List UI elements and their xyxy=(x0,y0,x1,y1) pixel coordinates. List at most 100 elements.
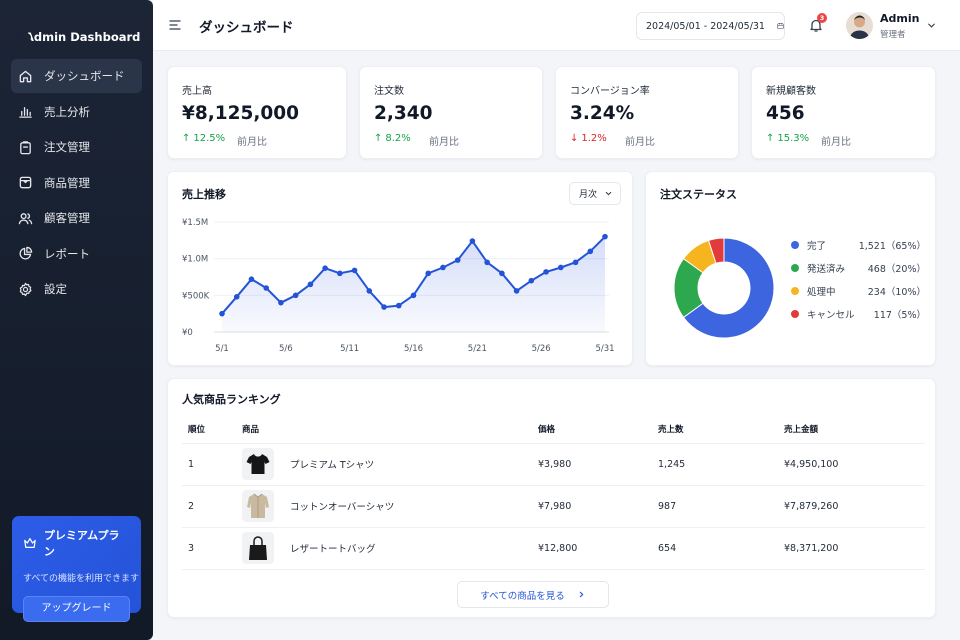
upgrade-button[interactable]: アップグレード xyxy=(23,596,130,622)
ranking-table: 順位 商品 価格 売上数 売上金額 1 プレミアム Tシャツ ¥3,980 1,… xyxy=(182,415,925,570)
product-cell: コットンオーバーシャツ xyxy=(236,485,532,528)
sidebar-item-orders[interactable]: 注文管理 xyxy=(11,130,142,164)
sidebar-nav: ダッシュボード 売上分析 注文管理 商品管理 顧客管理 レポート 設定 xyxy=(0,59,153,306)
kpi-change: ↑ 15.3% xyxy=(766,133,809,144)
product-name[interactable]: レザートートバッグ xyxy=(290,541,376,555)
price-cell: ¥7,980 xyxy=(532,485,652,528)
arrow-up-icon: ↑ xyxy=(374,133,383,144)
sales-line-chart: ¥0 ¥500K ¥1.0M ¥1.5M 5/1 5/6 5/11 5/16 5/21 5/26 5… xyxy=(182,218,615,354)
product-name[interactable]: コットンオーバーシャツ xyxy=(290,499,394,513)
chevron-down-icon[interactable] xyxy=(926,20,937,31)
x-tick-label: 5/21 xyxy=(468,344,487,354)
promo-description: すべての機能を利用できます xyxy=(23,574,140,584)
sidebar-item-settings[interactable]: 設定 xyxy=(11,272,142,306)
data-point xyxy=(219,310,225,317)
kpi-compare-label: 前月比 xyxy=(237,137,267,148)
avatar[interactable] xyxy=(846,12,873,39)
data-point xyxy=(292,292,299,299)
crown-icon xyxy=(24,538,36,548)
price-cell: ¥3,980 xyxy=(532,443,652,486)
data-point xyxy=(572,259,579,266)
units-cell: 1,245 xyxy=(652,443,778,486)
data-point xyxy=(454,257,461,263)
sidebar-item-sales-analysis[interactable]: 売上分析 xyxy=(11,95,142,129)
data-point xyxy=(307,281,314,288)
y-tick-label: ¥1.5M xyxy=(182,218,208,228)
revenue-cell: ¥7,879,260 xyxy=(778,485,925,528)
date-range-text: 2024/05/01 - 2024/05/31 xyxy=(646,20,765,32)
column-header: 売上数 xyxy=(652,415,778,444)
data-point xyxy=(425,270,432,277)
date-range-picker[interactable]: 2024/05/01 - 2024/05/31 xyxy=(636,12,785,40)
promo-title-text: プレミアムプラン xyxy=(43,529,120,558)
kpi-card-orders: 注文数 2,340 ↑ 8.2% 前月比 xyxy=(359,66,543,159)
legend-value: 468（20%） xyxy=(867,264,926,275)
sidebar-item-customers[interactable]: 顧客管理 xyxy=(11,201,142,235)
x-tick-label: 5/31 xyxy=(595,344,614,354)
menu-icon[interactable] xyxy=(168,18,182,32)
order-status-title: 注文ステータス xyxy=(660,188,737,201)
data-point xyxy=(602,233,608,240)
legend-label: 処理中 xyxy=(807,287,836,298)
order-status-donut xyxy=(673,237,775,339)
kpi-change: ↑ 12.5% xyxy=(182,133,225,144)
kpi-label: コンバージョン率 xyxy=(570,86,650,97)
table-row[interactable]: 1 プレミアム Tシャツ ¥3,980 1,245 ¥4,950,100 xyxy=(182,443,925,486)
legend-dot xyxy=(791,264,799,272)
premium-promo-card: プレミアムプラン すべての機能を利用できます アップグレード xyxy=(12,516,141,622)
data-point xyxy=(322,265,328,271)
product-ranking-card: 人気商品ランキング 順位 商品 価格 売上数 売上金額 1 プレミアム Tシャツ xyxy=(167,378,936,618)
table-header-row: 順位 商品 価格 売上数 売上金額 xyxy=(182,415,925,444)
sales-trend-card: 売上推移 月次 ¥0 ¥500K ¥1.0M ¥1.5M 5/1 5/6 5/11 5/16 5… xyxy=(167,171,633,366)
units-cell: 987 xyxy=(652,485,778,528)
rank-cell: 3 xyxy=(182,527,236,570)
sidebar-item-label: 注文管理 xyxy=(44,140,90,154)
data-point xyxy=(558,264,564,271)
table-row[interactable]: 3 レザートートバッグ ¥12,800 654 ¥8,371,200 xyxy=(182,527,925,570)
legend-label: 完了 xyxy=(807,241,827,252)
kpi-change-value: 12.5% xyxy=(193,133,226,144)
data-point xyxy=(381,304,387,310)
kpi-label: 新規顧客数 xyxy=(766,86,816,97)
legend-value: 1,521（65%） xyxy=(858,241,926,252)
legend-dot xyxy=(791,310,799,318)
sidebar-item-reports[interactable]: レポート xyxy=(11,237,142,271)
sidebar-item-label: ダッシュボード xyxy=(44,69,125,83)
y-tick-label: ¥500K xyxy=(182,291,210,301)
home-icon xyxy=(19,70,32,82)
clipboard-icon xyxy=(20,140,31,154)
x-tick-label: 5/26 xyxy=(532,344,551,354)
kpi-card-sales: 売上高 ¥8,125,000 ↑ 12.5% 前月比 xyxy=(167,66,347,159)
data-point xyxy=(587,248,594,255)
arrow-down-icon: ↓ xyxy=(570,133,579,144)
x-tick-label: 5/1 xyxy=(215,344,229,354)
calendar-icon xyxy=(777,22,784,30)
legend-item-completed: 完了 1,521（65%） xyxy=(791,238,926,252)
user-name[interactable]: Admin xyxy=(880,12,919,25)
data-point xyxy=(351,267,358,274)
price-cell: ¥12,800 xyxy=(532,527,652,570)
data-point xyxy=(278,299,284,306)
rank-cell: 1 xyxy=(182,443,236,486)
product-name[interactable]: プレミアム Tシャツ xyxy=(290,457,374,471)
sidebar-item-products[interactable]: 商品管理 xyxy=(11,166,142,200)
promo-title: プレミアムプラン xyxy=(23,527,130,559)
data-point xyxy=(248,276,255,282)
sales-area xyxy=(222,236,605,332)
table-row[interactable]: 2 コットンオーバーシャツ ¥7,980 987 ¥7,879,260 xyxy=(182,485,925,528)
gear-icon xyxy=(19,282,32,296)
kpi-compare-label: 前月比 xyxy=(429,137,459,148)
sidebar: Admin Dashboard ダッシュボード 売上分析 注文管理 商品管理 顧… xyxy=(0,0,153,640)
data-point xyxy=(499,270,505,277)
notification-badge: 3 xyxy=(817,13,827,23)
ranking-title: 人気商品ランキング xyxy=(182,393,281,406)
y-tick-label: ¥1.0M xyxy=(182,255,208,265)
view-all-products-button[interactable]: すべての商品を見る xyxy=(457,581,609,608)
legend-item-shipped: 発送済み 468（20%） xyxy=(791,261,926,275)
brand[interactable]: Admin Dashboard xyxy=(0,0,153,56)
bar-chart-icon xyxy=(19,107,32,118)
page-title: ダッシュボード xyxy=(199,20,294,36)
data-point xyxy=(263,285,269,291)
x-tick-label: 5/11 xyxy=(340,344,359,354)
sidebar-item-dashboard[interactable]: ダッシュボード xyxy=(11,59,142,93)
